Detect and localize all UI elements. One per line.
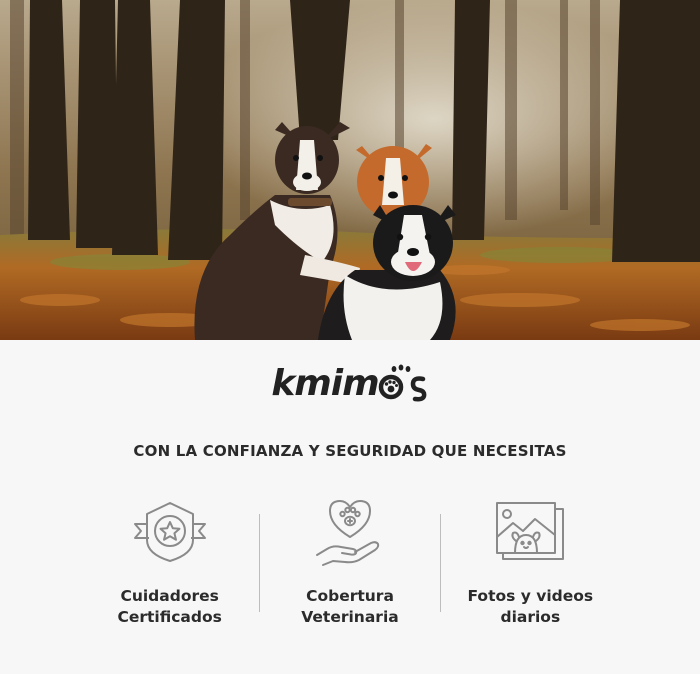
page: kmim CON LA CONFIANZA Y SEGURIDAD QUE NE…: [0, 0, 700, 674]
feature-label-line1: Cuidadores: [120, 587, 219, 605]
feature-certified-caregivers: Cuidadores Certificados: [80, 496, 259, 636]
hero-photo: [0, 0, 700, 340]
feature-veterinary-coverage: Cobertura Veterinaria: [260, 496, 439, 636]
tagline: CON LA CONFIANZA Y SEGURIDAD QUE NECESIT…: [133, 442, 567, 460]
info-panel: kmim CON LA CONFIANZA Y SEGURIDAD QUE NE…: [0, 340, 700, 674]
autumn-forest-dogs-image: [0, 0, 700, 340]
feature-label-line2: diarios: [500, 608, 561, 626]
heart-paw-hand-icon: [310, 496, 390, 568]
certificate-star-badge-icon: [130, 496, 210, 568]
photo-gallery-dog-icon: [490, 496, 570, 568]
features-row: Cuidadores Certificados Cobertura Veteri…: [80, 496, 620, 636]
feature-label-line2: Veterinaria: [301, 608, 399, 626]
feature-label-line2: Certificados: [117, 608, 222, 626]
feature-label-line1: Fotos y videos: [467, 587, 594, 605]
brand-name: kmim: [271, 362, 379, 404]
feature-label-line1: Cobertura: [306, 587, 394, 605]
paw-print-logo-icon: [377, 363, 429, 403]
brand-logo[interactable]: kmim: [0, 358, 700, 408]
feature-daily-photos-videos: Fotos y videos diarios: [441, 496, 620, 636]
